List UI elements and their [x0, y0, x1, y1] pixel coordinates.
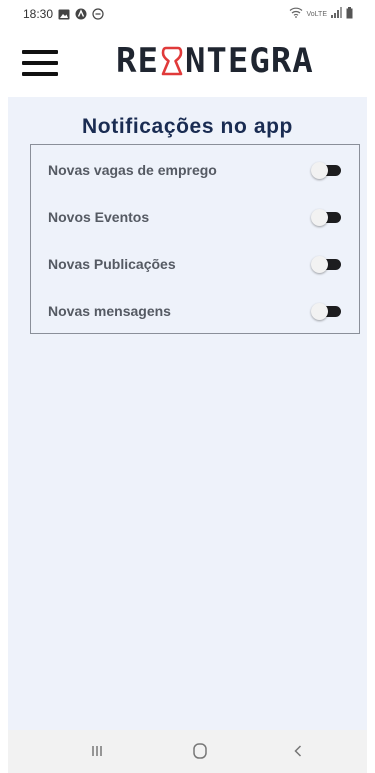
keyhole-icon [160, 44, 184, 78]
signal-icon [331, 7, 342, 21]
app-header: RE NTEGRA [0, 28, 375, 97]
toggle-events[interactable] [311, 209, 341, 226]
recent-apps-icon[interactable] [82, 740, 112, 762]
notifications-panel: Notificações no app Novas vagas de empre… [8, 97, 367, 730]
setting-label: Novas vagas de emprego [48, 162, 217, 178]
status-left: 18:30 [23, 7, 104, 21]
toggle-job-openings[interactable] [311, 162, 341, 179]
toggle-publications[interactable] [311, 256, 341, 273]
page-title: Notificações no app [82, 115, 293, 138]
setting-label: Novas Publicações [48, 256, 176, 272]
status-right: VoLTE [289, 6, 354, 22]
setting-label: Novos Eventos [48, 209, 150, 225]
volte-label: VoLTE [306, 10, 328, 18]
logo-text-right: NTEGRA [184, 40, 314, 81]
wifi-icon [289, 7, 303, 21]
gallery-icon [58, 9, 70, 20]
toggle-messages[interactable] [311, 303, 341, 320]
setting-row-messages: Novas mensagens [31, 288, 359, 334]
status-bar: 18:30 VoLTE [0, 0, 375, 28]
battery-icon [346, 6, 353, 22]
setting-row-publications: Novas Publicações [31, 241, 359, 287]
back-icon[interactable] [283, 740, 313, 762]
setting-row-events: Novos Eventos [31, 194, 359, 240]
do-not-disturb-icon [92, 8, 104, 20]
setting-row-job-openings: Novas vagas de emprego [31, 147, 359, 193]
status-time: 18:30 [23, 7, 54, 21]
setting-label: Novas mensagens [48, 303, 171, 319]
navigation-bar [8, 730, 367, 773]
notification-settings-list: Novas vagas de emprego Novos Eventos Nov… [30, 144, 360, 334]
home-icon[interactable] [185, 740, 215, 762]
logo-text-left: RE [116, 40, 159, 81]
menu-icon[interactable] [22, 50, 58, 76]
app-logo: RE NTEGRA [116, 38, 314, 83]
assistant-icon [75, 8, 87, 20]
